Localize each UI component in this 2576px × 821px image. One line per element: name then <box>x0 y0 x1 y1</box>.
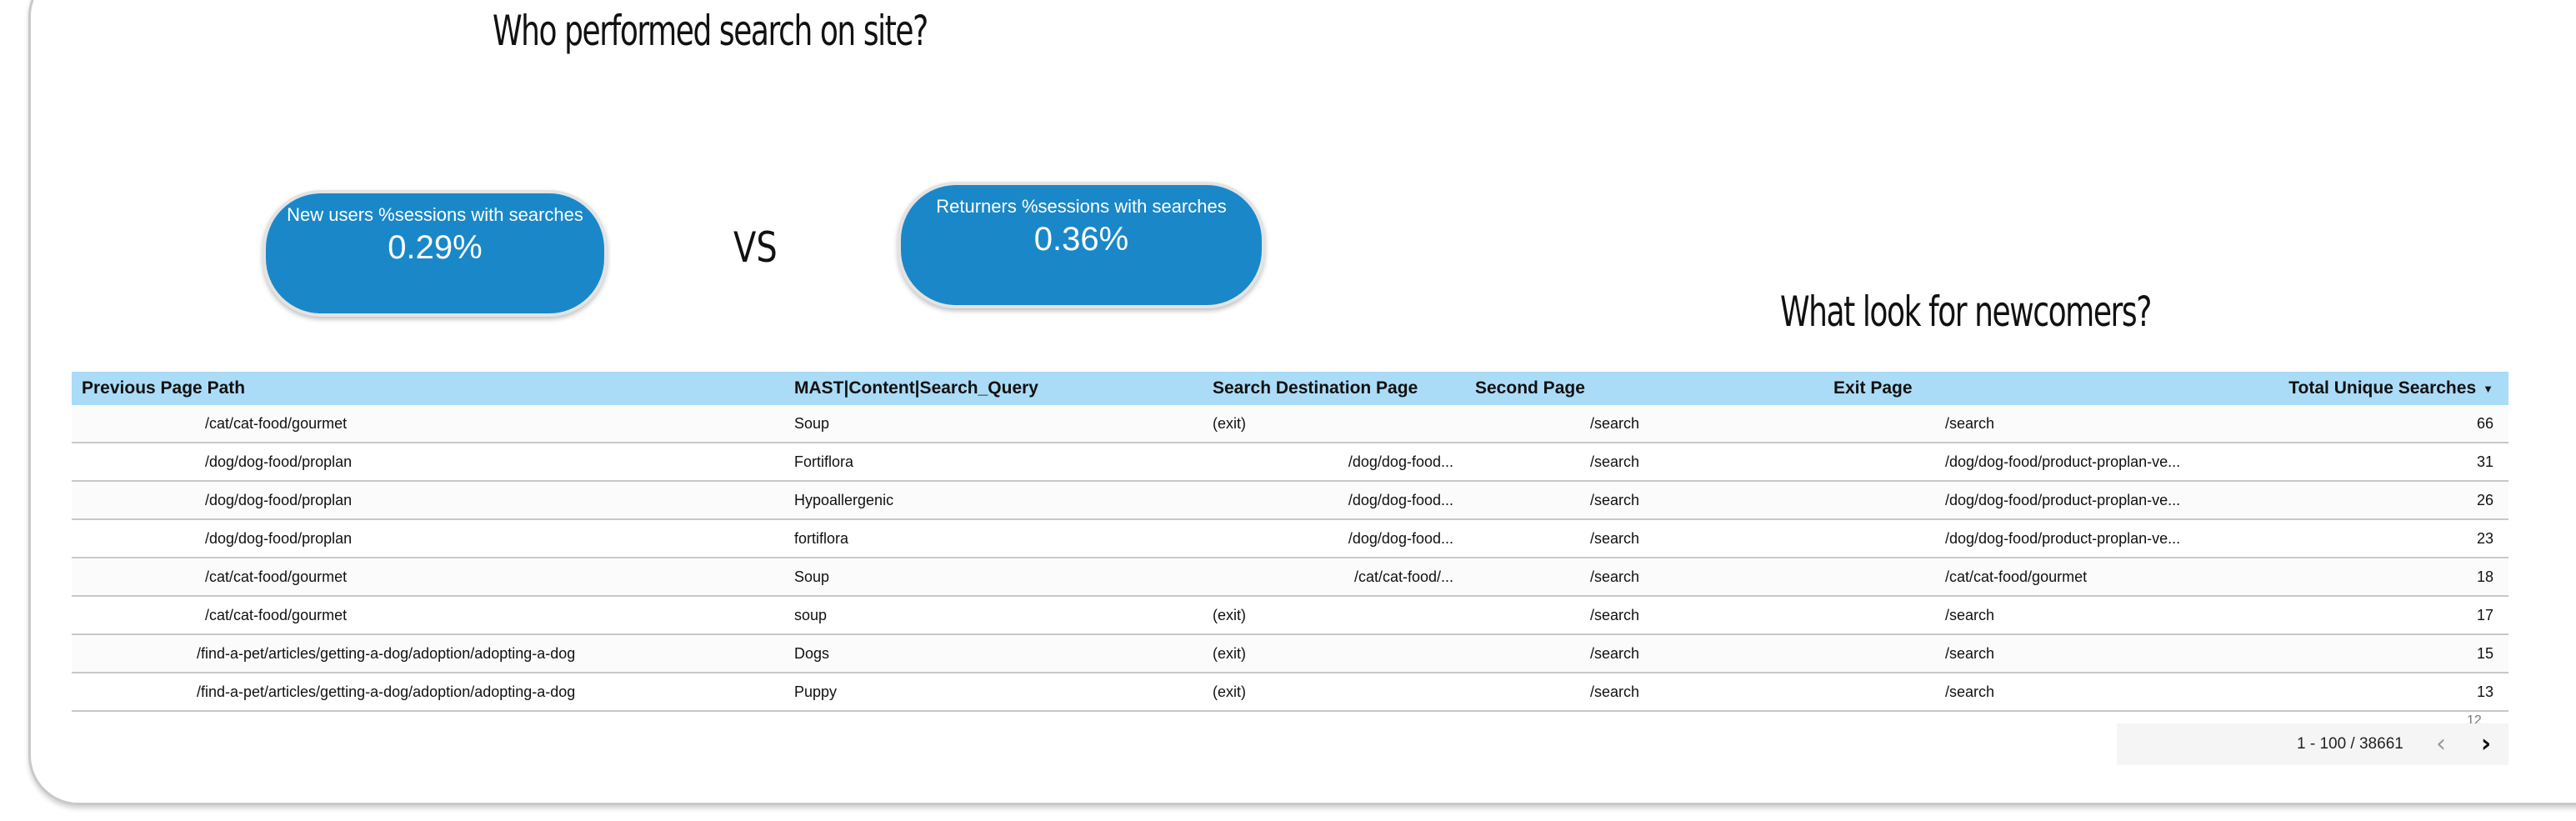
column-header-search-query[interactable]: MAST|Content|Search_Query <box>784 372 1203 405</box>
total-unique-searches-label: Total Unique Searches <box>2288 378 2477 398</box>
column-header-previous-page-path[interactable]: Previous Page Path <box>72 372 784 405</box>
cell-total-unique-searches: 15 <box>2207 634 2508 673</box>
cell-total-unique-searches: 26 <box>2207 481 2508 520</box>
cell-exit-page: /search <box>1823 596 2207 635</box>
table-row[interactable]: /cat/cat-food/gourmet soup (exit) /searc… <box>72 596 2508 635</box>
cell-exit-page: /search <box>1823 405 2207 443</box>
kpi-new-users-label: New users %sessions with searches <box>287 204 583 225</box>
table-row[interactable]: /cat/cat-food/gourmet Soup /cat/cat-food… <box>72 558 2508 597</box>
cell-previous-page-path: /cat/cat-food/gourmet <box>72 596 784 635</box>
cell-search-destination: (exit) <box>1203 673 1465 712</box>
dashboard-canvas: Who performed search on site? New users … <box>0 0 2576 821</box>
cell-search-query: Dogs <box>784 634 1203 673</box>
cell-exit-page: /dog/dog-food/product-proplan-ve... <box>1823 443 2207 482</box>
column-header-total-unique-searches[interactable]: Total Unique Searches ▼ <box>2207 372 2508 405</box>
table-row[interactable]: /dog/dog-food/proplan fortiflora /dog/do… <box>72 519 2508 558</box>
table-row[interactable]: /cat/cat-food/gourmet Soup (exit) /searc… <box>72 405 2508 443</box>
kpi-returners-label: Returners %sessions with searches <box>936 196 1227 217</box>
cell-search-destination: /dog/dog-food... <box>1203 443 1465 482</box>
column-header-exit-page[interactable]: Exit Page <box>1823 372 2207 405</box>
kpi-new-users-value: 0.29% <box>388 229 483 266</box>
cell-second-page: /search <box>1465 519 1823 558</box>
cell-second-page: /search <box>1465 558 1823 597</box>
heading-newcomers: What look for newcomers? <box>1780 288 2152 336</box>
cell-search-query: Fortiflora <box>784 443 1203 482</box>
cell-total-unique-searches: 17 <box>2207 596 2508 635</box>
column-header-second-page[interactable]: Second Page <box>1465 372 1823 405</box>
kpi-returners: Returners %sessions with searches 0.36% <box>898 182 1265 308</box>
search-table: Previous Page Path MAST|Content|Search_Q… <box>72 372 2508 760</box>
cell-search-query: fortiflora <box>784 519 1203 558</box>
table-row[interactable]: /find-a-pet/articles/getting-a-dog/adopt… <box>72 634 2508 673</box>
kpi-new-users: New users %sessions with searches 0.29% <box>263 190 608 317</box>
cell-second-page: /search <box>1465 405 1823 443</box>
cell-exit-page: /cat/cat-food/gourmet <box>1823 558 2207 597</box>
cell-exit-page: /dog/dog-food/product-proplan-ve... <box>1823 481 2207 520</box>
cell-search-destination: /dog/dog-food... <box>1203 481 1465 520</box>
cell-second-page: /search <box>1465 481 1823 520</box>
table-row[interactable]: /find-a-pet/articles/getting-a-dog/adopt… <box>72 673 2508 712</box>
chevron-right-icon[interactable]: › <box>2472 730 2500 758</box>
cell-search-destination: (exit) <box>1203 634 1465 673</box>
cell-search-query: Soup <box>784 558 1203 597</box>
cell-previous-page-path: /find-a-pet/articles/getting-a-dog/adopt… <box>72 634 784 673</box>
cell-search-query: Soup <box>784 405 1203 443</box>
cell-previous-page-path: /dog/dog-food/proplan <box>72 519 784 558</box>
cell-search-destination: /cat/cat-food/... <box>1203 558 1465 597</box>
cell-exit-page: /search <box>1823 673 2207 712</box>
cell-second-page: /search <box>1465 443 1823 482</box>
pagination-range: 1 - 100 / 38661 <box>2297 735 2403 753</box>
cell-total-unique-searches: 18 <box>2207 558 2508 597</box>
cell-total-unique-searches: 23 <box>2207 519 2508 558</box>
cell-total-unique-searches: 31 <box>2207 443 2508 482</box>
cell-search-query: Hypoallergenic <box>784 481 1203 520</box>
vs-label: VS <box>733 223 778 272</box>
chevron-left-icon[interactable]: ‹ <box>2427 730 2455 758</box>
cell-search-destination: /dog/dog-food... <box>1203 519 1465 558</box>
cell-previous-page-path: /cat/cat-food/gourmet <box>72 405 784 443</box>
cell-previous-page-path: /cat/cat-food/gourmet <box>72 558 784 597</box>
cell-exit-page: /search <box>1823 634 2207 673</box>
cell-second-page: /search <box>1465 634 1823 673</box>
table-row[interactable]: /dog/dog-food/proplan Fortiflora /dog/do… <box>72 443 2508 482</box>
table-header-row: Previous Page Path MAST|Content|Search_Q… <box>72 372 2508 405</box>
cell-search-destination: (exit) <box>1203 596 1465 635</box>
cell-second-page: /search <box>1465 596 1823 635</box>
cell-exit-page: /dog/dog-food/product-proplan-ve... <box>1823 519 2207 558</box>
cell-previous-page-path: /find-a-pet/articles/getting-a-dog/adopt… <box>72 673 784 712</box>
cell-total-unique-searches: 13 <box>2207 673 2508 712</box>
cell-previous-page-path: /dog/dog-food/proplan <box>72 481 784 520</box>
cell-search-query: soup <box>784 596 1203 635</box>
table-row[interactable]: /dog/dog-food/proplan Hypoallergenic /do… <box>72 481 2508 520</box>
kpi-returners-value: 0.36% <box>1033 221 1129 258</box>
heading-who-searched: Who performed search on site? <box>493 7 928 55</box>
cell-second-page: /search <box>1465 673 1823 712</box>
cell-total-unique-searches: 66 <box>2207 405 2508 443</box>
sort-desc-icon[interactable]: ▼ <box>2483 383 2493 395</box>
column-header-search-destination-page[interactable]: Search Destination Page <box>1203 372 1465 405</box>
cell-search-query: Puppy <box>784 673 1203 712</box>
cell-previous-page-path: /dog/dog-food/proplan <box>72 443 784 482</box>
pagination: 1 - 100 / 38661 ‹ › <box>2117 723 2508 765</box>
cell-search-destination: (exit) <box>1203 405 1465 443</box>
